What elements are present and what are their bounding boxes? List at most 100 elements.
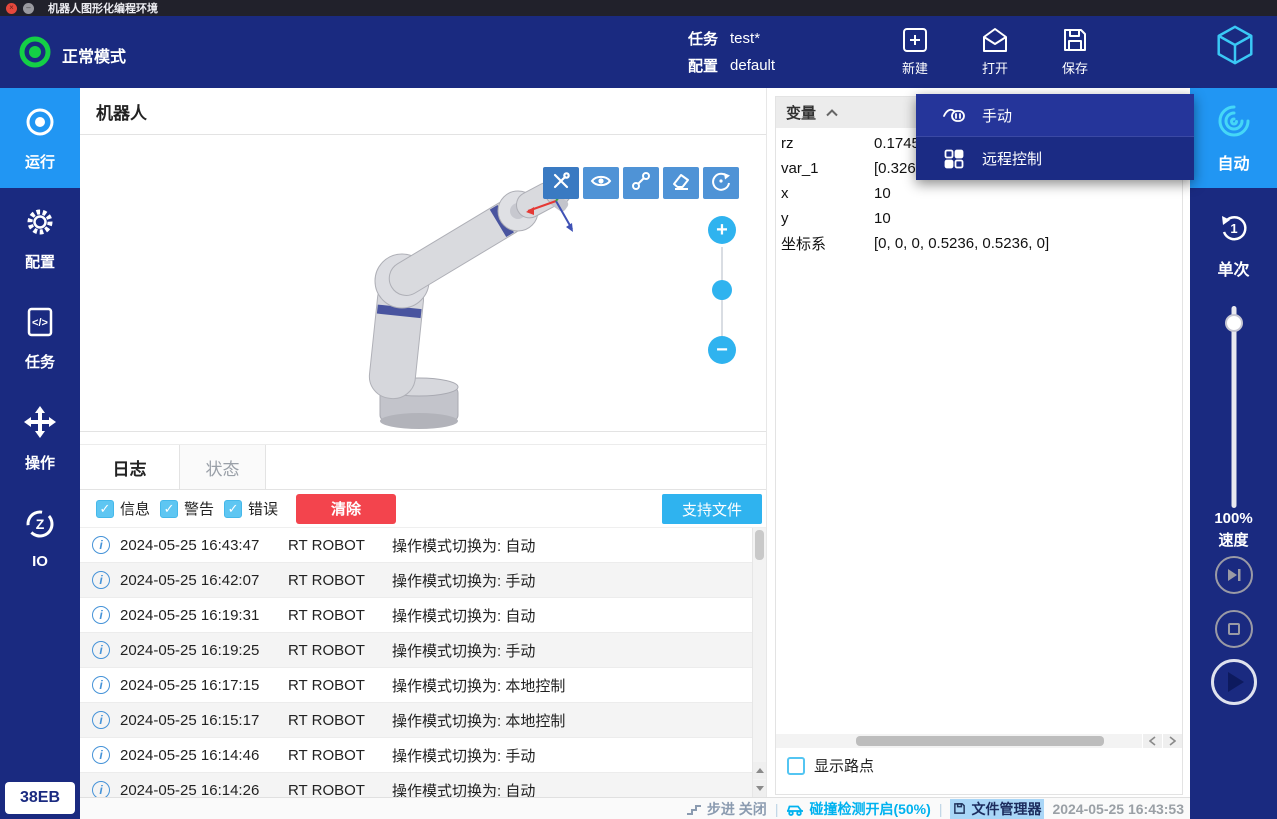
move-arrows-icon <box>22 404 58 445</box>
scroll-left-button[interactable] <box>1143 734 1162 748</box>
log-message: 操作模式切换为: 自动 <box>392 605 766 626</box>
log-time: 2024-05-25 16:15:17 <box>120 712 288 729</box>
log-row: 2024-05-25 16:14:46 RT ROBOT 操作模式切换为: 手动 <box>80 738 766 773</box>
header-bar: 正常模式 任务 test* 配置 default 新建 打开 保存 <box>0 16 1277 88</box>
step-next-button[interactable] <box>1215 556 1253 594</box>
info-icon <box>92 746 110 764</box>
log-row: 2024-05-25 16:17:15 RT ROBOT 操作模式切换为: 本地… <box>80 668 766 703</box>
filter-warning[interactable]: 警告 <box>160 498 214 519</box>
speed-value: 100% <box>1190 508 1277 530</box>
log-time: 2024-05-25 16:14:46 <box>120 747 288 764</box>
sidebar-item-run[interactable]: 运行 <box>0 88 80 188</box>
speed-slider-track[interactable] <box>1231 306 1236 508</box>
log-message: 操作模式切换为: 本地控制 <box>392 710 766 731</box>
config-value: default <box>730 57 775 74</box>
support-files-button[interactable]: 支持文件 <box>662 494 762 524</box>
filter-info[interactable]: 信息 <box>96 498 150 519</box>
zoom-out-button[interactable]: − <box>708 336 736 364</box>
variable-row: 坐标系 [0, 0, 0, 0.5236, 0.5236, 0] <box>776 231 1182 256</box>
show-waypoints-toggle[interactable]: 显示路点 <box>787 755 874 776</box>
tab-status[interactable]: 状态 <box>180 445 266 489</box>
sidebar-item-task[interactable]: </> 任务 <box>0 288 80 388</box>
scroll-up-button[interactable] <box>753 762 767 779</box>
new-button[interactable]: 新建 <box>886 25 944 77</box>
log-row: 2024-05-25 16:14:26 RT ROBOT 操作模式切换为: 自动 <box>80 773 766 797</box>
task-value: test* <box>730 30 760 47</box>
close-icon[interactable]: × <box>6 3 17 14</box>
menu-item-remote[interactable]: 远程控制 <box>916 137 1194 180</box>
zoom-in-button[interactable]: + <box>708 216 736 244</box>
log-source: RT ROBOT <box>288 537 392 554</box>
hscroll-thumb[interactable] <box>856 736 1104 746</box>
single-run-button[interactable]: 1 单次 <box>1190 202 1277 288</box>
reset-view-button[interactable] <box>703 167 739 199</box>
new-file-icon <box>886 25 944 55</box>
log-time: 2024-05-25 16:19:25 <box>120 642 288 659</box>
arrow-up-icon <box>756 768 764 773</box>
scroll-down-button[interactable] <box>753 780 767 797</box>
collision-detection-status[interactable]: 碰撞检测开启(50%) <box>786 799 930 819</box>
eraser-button[interactable] <box>663 167 699 199</box>
tools-button[interactable] <box>543 167 579 199</box>
log-tab-bar: 日志 状态 <box>80 444 766 490</box>
log-scrollbar[interactable] <box>752 528 766 797</box>
panel-divider <box>766 88 767 797</box>
scrollbar-thumb[interactable] <box>755 530 764 560</box>
horizontal-scrollbar[interactable] <box>776 734 1142 748</box>
file-manager-button[interactable]: 文件管理器 <box>950 799 1044 819</box>
manual-mode-icon <box>941 105 967 125</box>
warning-checkbox[interactable] <box>160 500 178 518</box>
variable-value: 10 <box>874 210 1182 227</box>
zoom-slider-knob[interactable] <box>712 280 732 300</box>
info-icon <box>92 641 110 659</box>
step-mode-status[interactable]: 步进 关闭 <box>686 799 767 819</box>
skip-icon <box>1226 568 1242 582</box>
svg-text:</>: </> <box>32 317 48 329</box>
eraser-icon <box>671 171 691 196</box>
joints-button[interactable] <box>623 167 659 199</box>
robot-3d-view[interactable]: + − <box>80 135 766 432</box>
sidebar-item-operate[interactable]: 操作 <box>0 388 80 488</box>
speed-readout: 100% 速度 <box>1190 508 1277 552</box>
log-time: 2024-05-25 16:14:26 <box>120 782 288 798</box>
scroll-right-button[interactable] <box>1163 734 1182 748</box>
clear-button[interactable]: 清除 <box>296 494 396 524</box>
code-document-icon: </> <box>23 305 57 344</box>
io-icon: Z <box>23 507 57 546</box>
sidebar-item-io[interactable]: Z IO <box>0 488 80 588</box>
log-source: RT ROBOT <box>288 642 392 659</box>
minimize-icon[interactable]: – <box>23 3 34 14</box>
menu-item-manual[interactable]: 手动 <box>916 94 1194 137</box>
open-button[interactable]: 打开 <box>966 25 1024 77</box>
auto-mode-button[interactable]: 自动 <box>1190 88 1277 188</box>
log-message: 操作模式切换为: 自动 <box>392 780 766 798</box>
sidebar-item-config[interactable]: 配置 <box>0 188 80 288</box>
status-bar: 步进 关闭 | 碰撞检测开启(50%) | 文件管理器 2024-05-25 1… <box>80 797 1190 819</box>
stop-button[interactable] <box>1215 610 1253 648</box>
filter-error[interactable]: 错误 <box>224 498 278 519</box>
play-button[interactable] <box>1211 659 1257 705</box>
info-icon <box>92 711 110 729</box>
variable-value: 10 <box>874 185 1182 202</box>
info-icon <box>92 536 110 554</box>
tab-log[interactable]: 日志 <box>80 445 180 489</box>
speed-slider-knob[interactable] <box>1225 314 1243 332</box>
separator: | <box>939 801 943 817</box>
error-checkbox[interactable] <box>224 500 242 518</box>
waypoints-checkbox[interactable] <box>787 757 805 775</box>
waypoints-label: 显示路点 <box>814 755 874 776</box>
speed-slider[interactable] <box>1222 306 1246 508</box>
log-row: 2024-05-25 16:19:25 RT ROBOT 操作模式切换为: 手动 <box>80 633 766 668</box>
visibility-button[interactable] <box>583 167 619 199</box>
variable-name: 坐标系 <box>776 233 874 254</box>
log-source: RT ROBOT <box>288 677 392 694</box>
chevron-left-icon <box>1149 736 1156 746</box>
variable-row: y 10 <box>776 206 1182 231</box>
play-icon <box>1228 672 1244 692</box>
info-checkbox[interactable] <box>96 500 114 518</box>
log-message: 操作模式切换为: 自动 <box>392 535 766 556</box>
log-time: 2024-05-25 16:43:47 <box>120 537 288 554</box>
save-button[interactable]: 保存 <box>1046 25 1104 77</box>
window-title: 机器人图形化编程环境 <box>48 0 158 16</box>
variable-name: y <box>776 210 874 227</box>
